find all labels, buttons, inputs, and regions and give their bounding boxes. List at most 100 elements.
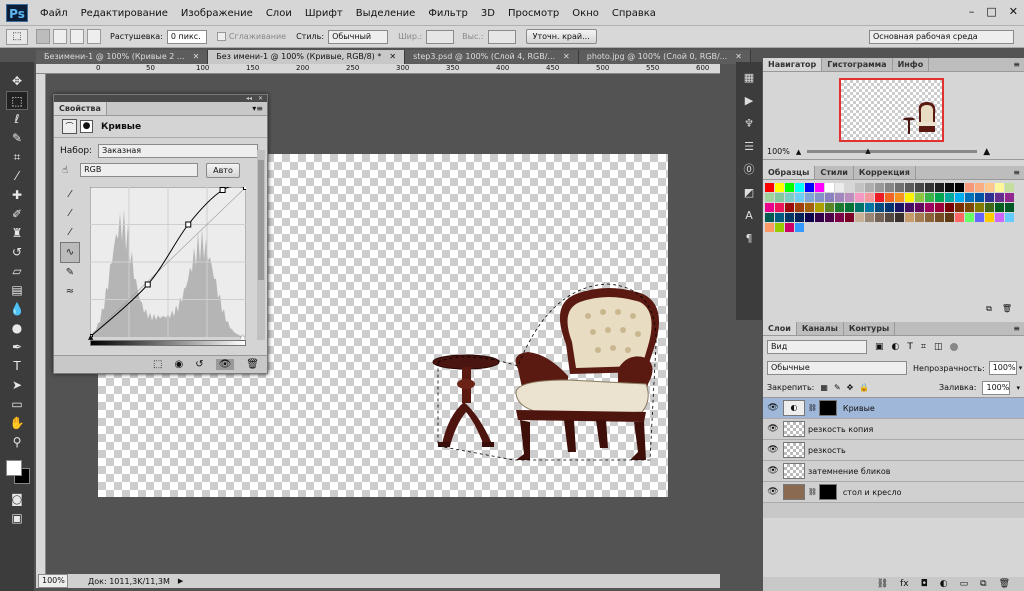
navigator-menu-icon[interactable]: ≡ xyxy=(1013,58,1020,72)
tab-swatches[interactable]: Образцы xyxy=(763,166,816,179)
color-swatch[interactable] xyxy=(955,193,964,202)
color-swatch[interactable] xyxy=(805,203,814,212)
color-swatch[interactable] xyxy=(995,193,1004,202)
visibility-eye-icon[interactable]: 👁 xyxy=(763,487,783,497)
filter-type-icon[interactable]: T xyxy=(907,342,913,352)
layer-kind-select[interactable]: Вид xyxy=(767,340,867,354)
panel-close-icon[interactable]: ✕ xyxy=(258,95,263,102)
color-swatch[interactable] xyxy=(845,183,854,192)
layer-mask-thumb[interactable] xyxy=(818,484,837,500)
auto-button[interactable]: Авто xyxy=(206,162,240,178)
filter-smart-icon[interactable]: ◫ xyxy=(934,342,943,352)
subtract-selection-icon[interactable] xyxy=(70,29,84,44)
dodge-tool-icon[interactable]: ● xyxy=(6,319,28,338)
tab-close-icon[interactable]: ✕ xyxy=(193,50,200,64)
view-previous-icon[interactable]: ◉ xyxy=(174,359,183,370)
color-swatch[interactable] xyxy=(835,203,844,212)
preset-select[interactable]: Заказная xyxy=(98,144,259,158)
color-swatch[interactable] xyxy=(975,183,984,192)
color-swatch[interactable] xyxy=(965,203,974,212)
height-input[interactable] xyxy=(487,29,516,44)
rect-marquee-tool-icon[interactable]: ⬚ xyxy=(6,91,28,110)
color-swatch[interactable] xyxy=(785,213,794,222)
blend-mode-select[interactable]: Обычные xyxy=(767,361,907,375)
foreground-color-swatch[interactable] xyxy=(6,460,22,476)
maximize-icon[interactable]: □ xyxy=(986,5,996,18)
add-selection-icon[interactable] xyxy=(53,29,67,44)
layers-menu-icon[interactable]: ≡ xyxy=(1013,322,1020,336)
pencil-draw-icon[interactable]: ✎ xyxy=(60,263,80,282)
color-swatch[interactable] xyxy=(885,203,894,212)
tab-info[interactable]: Инфо xyxy=(893,58,930,71)
color-swatch[interactable] xyxy=(975,193,984,202)
color-swatch[interactable] xyxy=(895,203,904,212)
color-swatch[interactable] xyxy=(855,213,864,222)
color-panel-icon[interactable]: ▦ xyxy=(736,66,762,89)
color-swatch[interactable] xyxy=(935,183,944,192)
color-swatch[interactable] xyxy=(765,223,774,232)
menu-8[interactable]: Просмотр xyxy=(508,8,559,19)
color-swatch[interactable] xyxy=(925,193,934,202)
quick-select-tool-icon[interactable]: ✎ xyxy=(6,129,28,148)
hand-tool-icon[interactable]: ✋ xyxy=(6,414,28,433)
curve-point[interactable] xyxy=(144,281,151,288)
color-swatch[interactable] xyxy=(905,213,914,222)
color-swatch[interactable] xyxy=(885,183,894,192)
refine-edge-button[interactable]: Уточн. край... xyxy=(525,29,597,44)
color-swatch[interactable] xyxy=(775,203,784,212)
color-swatch[interactable] xyxy=(935,203,944,212)
color-swatch[interactable] xyxy=(925,213,934,222)
color-swatch[interactable] xyxy=(795,193,804,202)
eyedropper-tool-icon[interactable]: ⁄ xyxy=(6,167,28,186)
black-slider-icon[interactable]: ▲ xyxy=(88,333,93,341)
layer-row[interactable]: 👁 резкость копия xyxy=(763,419,1024,440)
filter-toggle-icon[interactable] xyxy=(950,343,959,351)
color-swatch[interactable] xyxy=(985,203,994,212)
filter-pixel-icon[interactable]: ▣ xyxy=(875,342,884,352)
swatches-menu-icon[interactable]: ≡ xyxy=(1013,166,1020,180)
color-swatch[interactable] xyxy=(765,213,774,222)
filter-shape-icon[interactable]: ⌗ xyxy=(921,342,926,352)
color-swatch[interactable] xyxy=(795,223,804,232)
document-tab-2[interactable]: step3.psd @ 100% (Слой 4, RGB/... ✕ xyxy=(405,50,579,64)
color-swatch[interactable] xyxy=(765,193,774,202)
eraser-tool-icon[interactable]: ▱ xyxy=(6,262,28,281)
menu-5[interactable]: Выделение xyxy=(356,8,416,19)
color-swatch[interactable] xyxy=(995,203,1004,212)
color-swatch[interactable] xyxy=(865,193,874,202)
color-swatch[interactable] xyxy=(875,193,884,202)
intersect-selection-icon[interactable] xyxy=(87,29,101,44)
tab-paths[interactable]: Контуры xyxy=(844,322,896,335)
channel-select[interactable]: RGB xyxy=(80,163,199,177)
color-swatch[interactable] xyxy=(855,183,864,192)
color-swatch[interactable] xyxy=(965,193,974,202)
gradient-tool-icon[interactable]: ▤ xyxy=(6,281,28,300)
navigator-preview[interactable] xyxy=(839,78,944,142)
smooth-curve-icon[interactable]: ≈ xyxy=(60,282,80,301)
width-input[interactable] xyxy=(426,29,455,44)
color-swatch[interactable] xyxy=(905,183,914,192)
color-swatch[interactable] xyxy=(915,183,924,192)
style-select[interactable]: Обычный xyxy=(328,29,389,44)
white-point-eyedropper-icon[interactable]: ⁄ xyxy=(60,223,80,242)
tab-histogram[interactable]: Гистограмма xyxy=(822,58,893,71)
color-swatch[interactable] xyxy=(875,183,884,192)
fill-input[interactable]: 100% xyxy=(982,380,1011,395)
color-swatch[interactable] xyxy=(965,183,974,192)
menu-1[interactable]: Редактирование xyxy=(81,8,168,19)
color-swatch[interactable] xyxy=(1005,203,1014,212)
color-swatch[interactable] xyxy=(825,183,834,192)
properties-titlebar[interactable]: ◂◂ ✕ xyxy=(54,95,267,102)
tab-navigator[interactable]: Навигатор xyxy=(763,58,823,71)
clone-source-icon[interactable]: ◩ xyxy=(736,181,762,204)
color-swatch[interactable] xyxy=(815,213,824,222)
menu-10[interactable]: Справка xyxy=(612,8,656,19)
curve-point[interactable] xyxy=(219,187,226,193)
layer-row[interactable]: 👁 ⛓ стол и кресло xyxy=(763,482,1024,503)
color-swatch[interactable] xyxy=(995,183,1004,192)
color-swatch[interactable] xyxy=(795,213,804,222)
color-swatch[interactable] xyxy=(915,203,924,212)
color-swatch[interactable] xyxy=(945,213,954,222)
color-swatch[interactable] xyxy=(875,203,884,212)
path-select-tool-icon[interactable]: ➤ xyxy=(6,376,28,395)
